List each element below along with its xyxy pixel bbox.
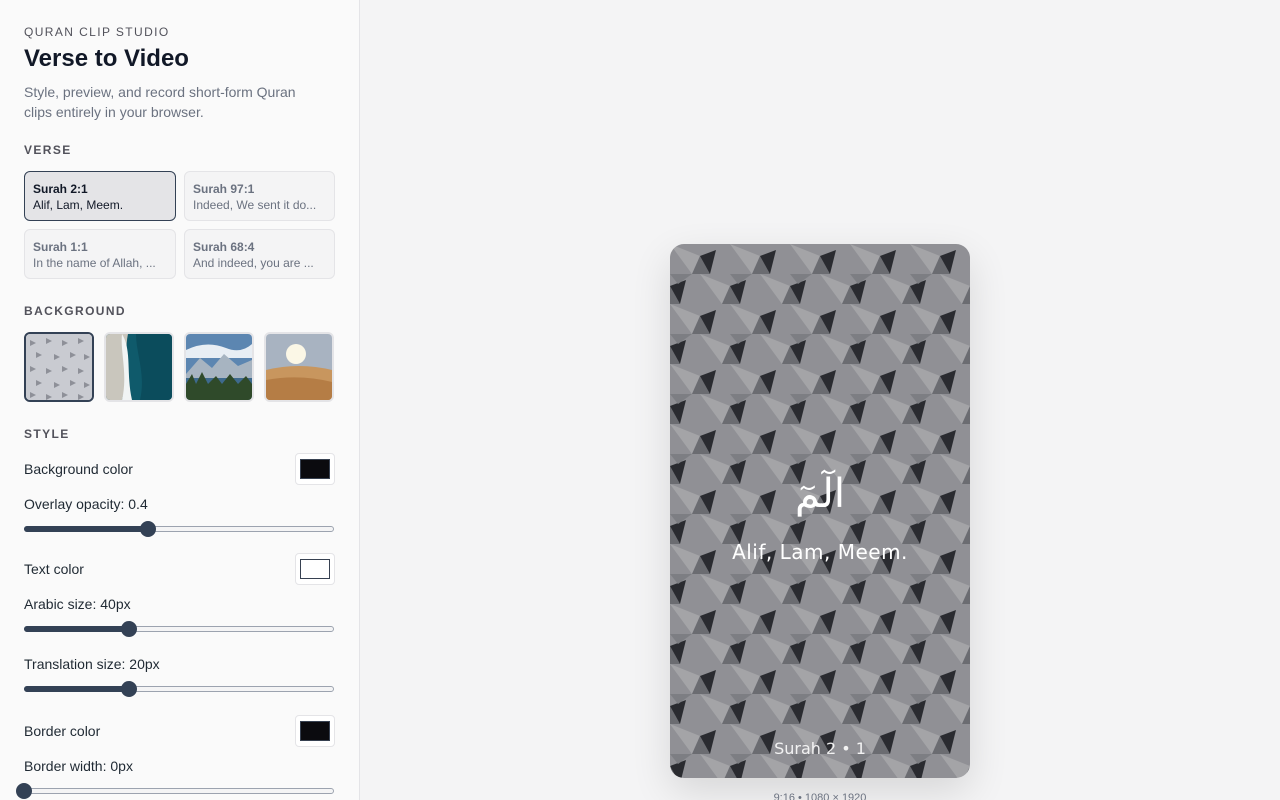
verse-snippet: Indeed, We sent it do... bbox=[193, 198, 317, 212]
overlay-opacity-slider[interactable] bbox=[24, 521, 334, 537]
border-width-slider[interactable] bbox=[16, 783, 334, 799]
background-section-label: BACKGROUND bbox=[24, 304, 126, 318]
background-thumb-ocean[interactable] bbox=[104, 332, 174, 402]
slider-fill bbox=[24, 526, 148, 532]
slider-fill bbox=[24, 626, 130, 632]
border-color-picker[interactable] bbox=[295, 715, 335, 747]
translation-size-control: Translation size: 20px bbox=[24, 655, 335, 697]
verse-reference: Surah 2 • 1 bbox=[774, 739, 866, 758]
verse-card-97-1[interactable]: Surah 97:1 Indeed, We sent it do... bbox=[184, 171, 335, 221]
border-color-row: Border color bbox=[24, 715, 335, 747]
slider-thumb[interactable] bbox=[16, 783, 32, 799]
translation-size-label: Translation size: 20px bbox=[24, 656, 160, 672]
arabic-size-control: Arabic size: 40px bbox=[24, 595, 335, 637]
verse-section-label: VERSE bbox=[24, 143, 72, 157]
verse-ref: Surah 2:1 bbox=[33, 182, 88, 196]
desert-dunes-image bbox=[266, 334, 332, 400]
background-color-picker[interactable] bbox=[295, 453, 335, 485]
mountain-lake-image bbox=[186, 334, 252, 400]
arabic-size-label: Arabic size: 40px bbox=[24, 596, 131, 612]
app-root: QURAN CLIP STUDIO Verse to Video Style, … bbox=[0, 0, 1280, 800]
page-title: Verse to Video bbox=[24, 45, 189, 72]
preview-caption: 9:16 • 1080 × 1920 bbox=[773, 792, 867, 800]
background-thumb-desert[interactable] bbox=[264, 332, 334, 402]
arabic-size-slider[interactable] bbox=[24, 621, 334, 637]
sidebar: QURAN CLIP STUDIO Verse to Video Style, … bbox=[0, 0, 360, 800]
geometric-pattern-image bbox=[26, 334, 92, 400]
overlay-opacity-control: Overlay opacity: 0.4 bbox=[24, 495, 335, 537]
app-eyebrow: QURAN CLIP STUDIO bbox=[24, 25, 170, 39]
verse-ref: Surah 68:4 bbox=[193, 240, 255, 254]
verse-card-68-4[interactable]: Surah 68:4 And indeed, you are ... bbox=[184, 229, 335, 279]
preview-area: الٓمٓ Alif, Lam, Meem. Surah 2 • 1 9:16 … bbox=[360, 0, 1280, 800]
background-thumb-mountain[interactable] bbox=[184, 332, 254, 402]
verse-ref: Surah 97:1 bbox=[193, 182, 255, 196]
background-color-swatch bbox=[300, 459, 330, 479]
verse-card-2-1[interactable]: Surah 2:1 Alif, Lam, Meem. bbox=[24, 171, 176, 221]
text-color-picker[interactable] bbox=[295, 553, 335, 585]
border-width-label: Border width: 0px bbox=[24, 758, 133, 774]
slider-thumb[interactable] bbox=[140, 521, 156, 537]
verse-grid: Surah 2:1 Alif, Lam, Meem. Surah 97:1 In… bbox=[24, 171, 335, 279]
verse-snippet: And indeed, you are ... bbox=[193, 256, 314, 270]
slider-thumb[interactable] bbox=[121, 681, 138, 697]
translation-size-slider[interactable] bbox=[24, 681, 334, 697]
translation-text: Alif, Lam, Meem. bbox=[732, 540, 908, 564]
slider-thumb[interactable] bbox=[121, 621, 138, 637]
ocean-shore-image bbox=[106, 334, 172, 400]
border-color-label: Border color bbox=[24, 723, 101, 739]
slider-fill bbox=[24, 686, 130, 692]
text-color-label: Text color bbox=[24, 561, 84, 577]
verse-card-1-1[interactable]: Surah 1:1 In the name of Allah, ... bbox=[24, 229, 176, 279]
background-thumb-geometric[interactable] bbox=[24, 332, 94, 402]
verse-snippet: Alif, Lam, Meem. bbox=[33, 198, 124, 212]
background-color-row: Background color bbox=[24, 453, 335, 485]
background-grid bbox=[24, 332, 335, 402]
page-subtitle: Style, preview, and record short-form Qu… bbox=[24, 84, 296, 120]
video-preview: الٓمٓ Alif, Lam, Meem. Surah 2 • 1 bbox=[670, 244, 970, 778]
style-section-label: STYLE bbox=[24, 427, 70, 441]
verse-ref: Surah 1:1 bbox=[33, 240, 88, 254]
text-color-swatch bbox=[300, 559, 330, 579]
overlay-opacity-label: Overlay opacity: 0.4 bbox=[24, 496, 148, 512]
arabic-verse-text: الٓمٓ bbox=[795, 471, 845, 517]
background-color-label: Background color bbox=[24, 461, 133, 477]
slider-track bbox=[24, 788, 334, 794]
text-color-row: Text color bbox=[24, 553, 335, 585]
border-width-control: Border width: 0px bbox=[16, 757, 335, 799]
border-color-swatch bbox=[300, 721, 330, 741]
verse-snippet: In the name of Allah, ... bbox=[33, 256, 156, 270]
